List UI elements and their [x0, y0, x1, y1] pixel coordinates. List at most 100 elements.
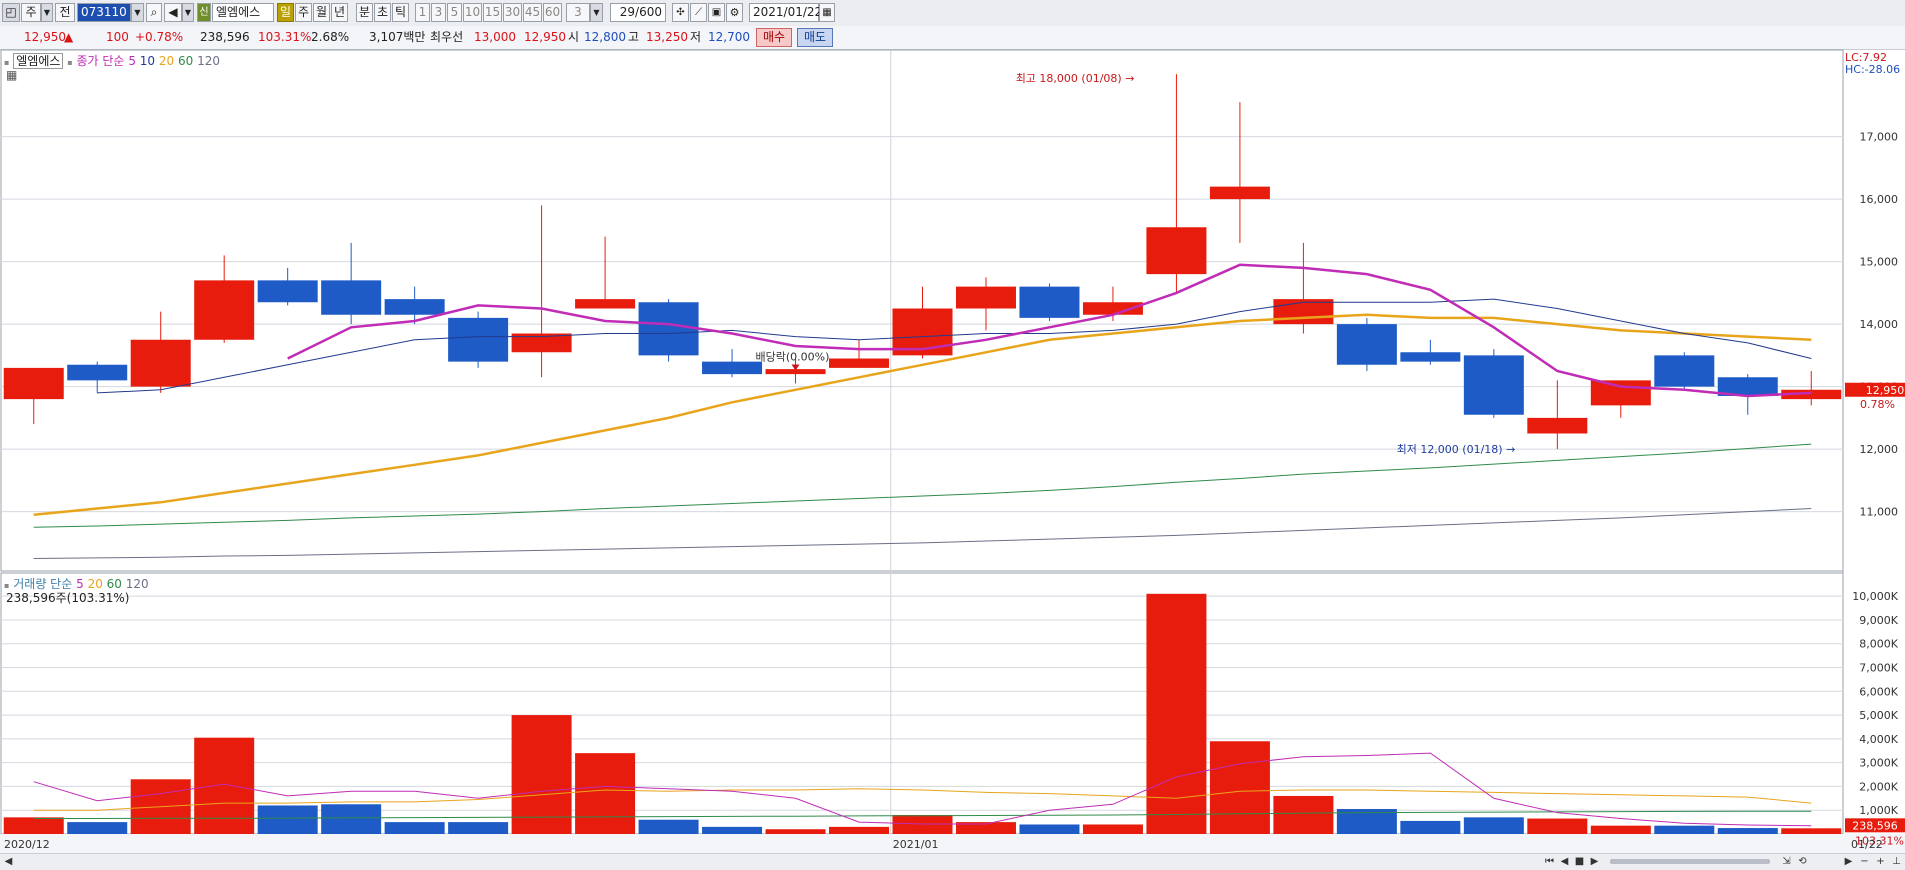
volume-tick-label: 9,000K	[1859, 614, 1898, 627]
grid-icon[interactable]: ▦	[6, 68, 17, 82]
scroll-right-icon[interactable]: ▶	[1842, 855, 1855, 868]
volume-bar[interactable]	[1463, 817, 1524, 834]
volume-bar[interactable]	[575, 753, 636, 834]
dividend-annotation: 배당락(0.00%)	[756, 351, 830, 364]
zoom-in-icon[interactable]: +	[1874, 855, 1887, 868]
volume-tick-label: 6,000K	[1859, 685, 1898, 698]
volume-tick-label: 8,000K	[1859, 638, 1898, 651]
volume-bar[interactable]	[1209, 741, 1270, 834]
candle[interactable]	[67, 364, 128, 381]
volume-current: 238,596주(103.31%)	[6, 591, 130, 605]
volume-bar[interactable]	[1781, 828, 1842, 834]
volume-tick-label: 2,000K	[1859, 780, 1898, 793]
volume-bar[interactable]	[1400, 820, 1461, 834]
candle[interactable]	[321, 280, 382, 315]
first-page-icon[interactable]: ⏮	[1543, 855, 1556, 868]
volume-tick-label: 4,000K	[1859, 733, 1898, 746]
legend-ma60: 60	[178, 54, 194, 68]
candle[interactable]	[1527, 417, 1588, 434]
volume-tick-label: 5,000K	[1859, 709, 1898, 722]
status-bar: ◀ ⏮ ◀ ■ ▶ ⇲ ⟲ ▶ − + ⊥	[0, 853, 1905, 870]
stock-chart[interactable]: 11,00012,00013,00014,00015,00016,00017,0…	[0, 0, 1905, 853]
candle[interactable]	[194, 280, 255, 340]
volume-tick-label: 1,000K	[1859, 804, 1898, 817]
next-page-icon[interactable]: ▶	[1588, 855, 1601, 868]
stop-icon[interactable]: ■	[1573, 855, 1586, 868]
legend-ma-label: 종가 단순	[76, 54, 125, 68]
volume-bar[interactable]	[1590, 825, 1651, 834]
volume-bar[interactable]	[1654, 825, 1715, 834]
x-axis-pane	[0, 834, 1905, 853]
price-tick-label: 17,000	[1860, 131, 1899, 144]
volume-bar[interactable]	[638, 819, 699, 834]
volume-bar[interactable]	[321, 804, 382, 834]
legend-stock-name[interactable]: 엘엠에스	[13, 53, 64, 69]
pct-tag: 0.78%	[1860, 398, 1895, 411]
zoom-fit-icon[interactable]: ⇲	[1780, 855, 1793, 868]
legend-ma5: 5	[128, 54, 136, 68]
high-annotation: 최고 18,000 (01/08) →	[1016, 72, 1135, 85]
candle[interactable]	[3, 367, 64, 400]
volume-bar[interactable]	[1717, 828, 1778, 834]
volume-bar[interactable]	[1527, 818, 1588, 834]
volume-tick-label: 3,000K	[1859, 757, 1898, 770]
price-tick-label: 14,000	[1860, 318, 1899, 331]
volume-tick-label: 10,000K	[1852, 590, 1898, 603]
candle[interactable]	[1273, 299, 1334, 325]
volume-bar[interactable]	[257, 805, 318, 834]
scroll-track[interactable]	[1610, 859, 1770, 864]
legend-ma10: 10	[139, 54, 156, 68]
candle[interactable]	[1019, 286, 1080, 318]
candle[interactable]	[955, 286, 1016, 309]
volume-bar[interactable]	[384, 822, 445, 834]
volume-pane[interactable]	[0, 572, 1844, 835]
x-label-start: 2020/12	[4, 838, 50, 851]
candle[interactable]	[1590, 380, 1651, 406]
legend-ma120: 120	[197, 54, 221, 68]
candle[interactable]	[384, 299, 445, 315]
volume-bar[interactable]	[1082, 824, 1143, 834]
scroll-left-icon[interactable]: ◀	[2, 855, 15, 868]
price-tick-label: 11,000	[1860, 506, 1899, 519]
volume-tick-label: 7,000K	[1859, 662, 1898, 675]
candle[interactable]	[829, 358, 890, 368]
volume-bar[interactable]	[511, 715, 572, 834]
candle[interactable]	[1654, 355, 1715, 387]
candle[interactable]	[1336, 324, 1397, 365]
price-legend: ▪ 엘엠에스 ▪ 종가 단순 5 10 20 60 120	[4, 52, 220, 69]
price-tick-label: 16,000	[1860, 193, 1899, 206]
price-tick-label: 12,000	[1860, 443, 1899, 456]
price-tag: 12,950	[1866, 384, 1905, 397]
candle[interactable]	[1146, 227, 1207, 275]
x-label-end: 01/22	[1851, 838, 1883, 851]
volume-bar[interactable]	[1019, 824, 1080, 834]
candle[interactable]	[575, 299, 636, 309]
volume-bar[interactable]	[448, 822, 509, 834]
expand-icon[interactable]: ⊥	[1890, 855, 1903, 868]
volume-bar[interactable]	[1273, 795, 1334, 834]
candle[interactable]	[638, 302, 699, 356]
volume-bar[interactable]	[194, 737, 255, 834]
volume-tag: 238,596	[1852, 819, 1898, 832]
hc-indicator: HC:-28.06	[1845, 63, 1900, 76]
candle[interactable]	[1463, 355, 1524, 415]
volume-bar[interactable]	[765, 829, 826, 834]
volume-bar[interactable]	[3, 817, 64, 834]
prev-page-icon[interactable]: ◀	[1558, 855, 1571, 868]
zoom-reset-icon[interactable]: ⟲	[1796, 855, 1809, 868]
candle[interactable]	[448, 317, 509, 362]
candle[interactable]	[702, 361, 763, 375]
price-tick-label: 15,000	[1860, 256, 1899, 269]
candle[interactable]	[1209, 186, 1270, 200]
low-annotation: 최저 12,000 (01/18) →	[1397, 443, 1516, 456]
candle[interactable]	[257, 280, 318, 303]
legend-ma20: 20	[158, 54, 175, 68]
zoom-out-icon[interactable]: −	[1858, 855, 1871, 868]
candle[interactable]	[1400, 352, 1461, 362]
candle[interactable]	[130, 339, 191, 387]
x-label-month: 2021/01	[893, 838, 939, 851]
volume-bar[interactable]	[702, 826, 763, 834]
volume-bar[interactable]	[829, 826, 890, 834]
volume-bar[interactable]	[67, 822, 128, 834]
legend-square-icon: ▪	[67, 58, 73, 67]
